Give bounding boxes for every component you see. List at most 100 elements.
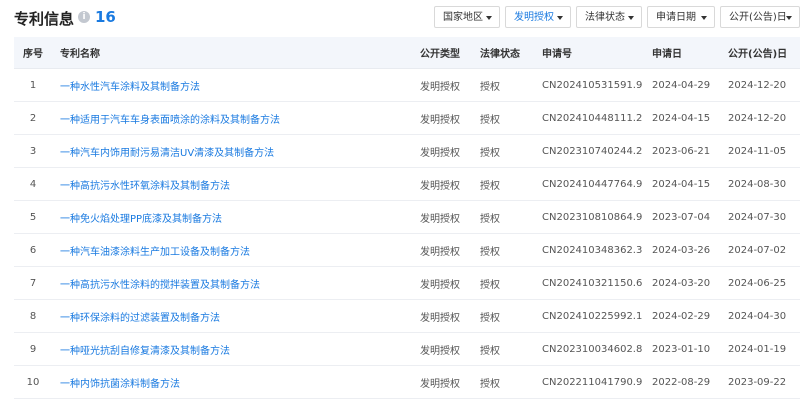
patent-table: 序号 专利名称 公开类型 法律状态 申请号 申请日 公开(公告)日 1 一种水性… [14,37,800,399]
patent-name-link[interactable]: 一种哑光抗刮自修复清漆及其制备方法 [52,332,412,366]
row-index: 8 [14,299,52,333]
table-row: 5 一种免火焰处理PP底漆及其制备方法 发明授权 授权 CN2023108108… [14,200,800,234]
col-header-pub-type: 公开类型 [412,37,472,69]
legal-status: 授权 [472,266,534,300]
publication-date: 2024-12-20 [720,101,800,135]
patent-count: 16 [95,8,116,26]
filter-label: 国家地区 [443,12,483,23]
application-date: 2024-02-29 [644,299,720,333]
caret-down-icon [701,16,707,20]
table-row: 3 一种汽车内饰用耐污易清洁UV清漆及其制备方法 发明授权 授权 CN20231… [14,134,800,168]
application-date: 2024-04-15 [644,167,720,201]
pub-type: 发明授权 [412,233,472,267]
legal-status: 授权 [472,332,534,366]
patent-name-link[interactable]: 一种适用于汽车车身表面喷涂的涂料及其制备方法 [52,101,412,135]
application-date: 2023-01-10 [644,332,720,366]
pub-type: 发明授权 [412,200,472,234]
pub-type: 发明授权 [412,68,472,102]
patent-name-link[interactable]: 一种汽车内饰用耐污易清洁UV清漆及其制备方法 [52,134,412,168]
application-date: 2022-08-29 [644,365,720,399]
table-row: 10 一种内饰抗菌涂料制备方法 发明授权 授权 CN202211041790.9… [14,365,800,399]
filter-publication-date-dropdown[interactable]: 公开(公告)日 [720,6,800,28]
pub-type: 发明授权 [412,299,472,333]
publication-date: 2024-08-30 [720,167,800,201]
table-header-row: 序号 专利名称 公开类型 法律状态 申请号 申请日 公开(公告)日 [14,37,800,69]
row-index: 2 [14,101,52,135]
patent-name-link[interactable]: 一种高抗污水性环氧涂料及其制备方法 [52,167,412,201]
row-index: 10 [14,365,52,399]
row-index: 1 [14,68,52,102]
patent-name-link[interactable]: 一种环保涂料的过滤装置及制备方法 [52,299,412,333]
application-date: 2024-04-15 [644,101,720,135]
row-index: 5 [14,200,52,234]
caret-down-icon [557,16,563,20]
legal-status: 授权 [472,167,534,201]
caret-down-icon [628,16,634,20]
publication-date: 2024-01-19 [720,332,800,366]
patent-name-link[interactable]: 一种免火焰处理PP底漆及其制备方法 [52,200,412,234]
section-title: 专利信息 [14,10,75,28]
pub-type: 发明授权 [412,365,472,399]
filter-label: 发明授权 [514,12,554,23]
row-index: 9 [14,332,52,366]
pub-type: 发明授权 [412,332,472,366]
row-index: 4 [14,167,52,201]
application-date: 2023-07-04 [644,200,720,234]
publication-date: 2024-04-30 [720,299,800,333]
table-row: 2 一种适用于汽车车身表面喷涂的涂料及其制备方法 发明授权 授权 CN20241… [14,101,800,135]
row-index: 6 [14,233,52,267]
pub-type: 发明授权 [412,266,472,300]
application-number: CN202410531591.9 [534,68,644,102]
pub-type: 发明授权 [412,134,472,168]
info-icon[interactable]: i [78,11,90,23]
row-index: 3 [14,134,52,168]
application-number: CN202211041790.9 [534,365,644,399]
filter-label: 公开(公告)日 [729,12,787,23]
filter-legal-status-dropdown[interactable]: 法律状态 [576,6,642,28]
application-date: 2024-03-20 [644,266,720,300]
legal-status: 授权 [472,299,534,333]
filter-label: 申请日期 [656,12,696,23]
legal-status: 授权 [472,101,534,135]
application-number: CN202410321150.6 [534,266,644,300]
legal-status: 授权 [472,200,534,234]
filter-country-dropdown[interactable]: 国家地区 [434,6,500,28]
application-number: CN202410448111.2 [534,101,644,135]
col-header-legal-status: 法律状态 [472,37,534,69]
patent-name-link[interactable]: 一种水性汽车涂料及其制备方法 [52,68,412,102]
application-number: CN202310810864.9 [534,200,644,234]
legal-status: 授权 [472,365,534,399]
table-row: 8 一种环保涂料的过滤装置及制备方法 发明授权 授权 CN20241022599… [14,299,800,333]
col-header-name[interactable]: 专利名称 [52,37,412,69]
caret-down-icon [486,16,492,20]
publication-date: 2024-07-30 [720,200,800,234]
application-date: 2024-03-26 [644,233,720,267]
publication-date: 2023-09-22 [720,365,800,399]
legal-status: 授权 [472,134,534,168]
application-number: CN202310740244.2 [534,134,644,168]
patent-name-link[interactable]: 一种汽车油漆涂料生产加工设备及制备方法 [52,233,412,267]
table-row: 4 一种高抗污水性环氧涂料及其制备方法 发明授权 授权 CN2024104477… [14,167,800,201]
filter-patent-type-dropdown[interactable]: 发明授权 [505,6,571,28]
table-row: 7 一种高抗污水性涂料的搅拌装置及其制备方法 发明授权 授权 CN2024103… [14,266,800,300]
publication-date: 2024-12-20 [720,68,800,102]
table-row: 9 一种哑光抗刮自修复清漆及其制备方法 发明授权 授权 CN2023100346… [14,332,800,366]
patent-name-link[interactable]: 一种内饰抗菌涂料制备方法 [52,365,412,399]
pub-type: 发明授权 [412,101,472,135]
col-header-index: 序号 [14,37,52,69]
application-number: CN202310034602.8 [534,332,644,366]
application-date: 2023-06-21 [644,134,720,168]
section-header: 专利信息 i 16 国家地区 发明授权 法律状态 申请日期 公开(公告)日 [0,0,800,34]
filter-application-date-dropdown[interactable]: 申请日期 [647,6,715,28]
legal-status: 授权 [472,233,534,267]
patent-name-link[interactable]: 一种高抗污水性涂料的搅拌装置及其制备方法 [52,266,412,300]
pub-type: 发明授权 [412,167,472,201]
legal-status: 授权 [472,68,534,102]
col-header-app-no: 申请号 [534,37,644,69]
publication-date: 2024-06-25 [720,266,800,300]
table-row: 1 一种水性汽车涂料及其制备方法 发明授权 授权 CN202410531591.… [14,68,800,102]
col-header-app-date: 申请日 [644,37,720,69]
application-number: CN202410348362.3 [534,233,644,267]
publication-date: 2024-07-02 [720,233,800,267]
table-row: 6 一种汽车油漆涂料生产加工设备及制备方法 发明授权 授权 CN20241034… [14,233,800,267]
